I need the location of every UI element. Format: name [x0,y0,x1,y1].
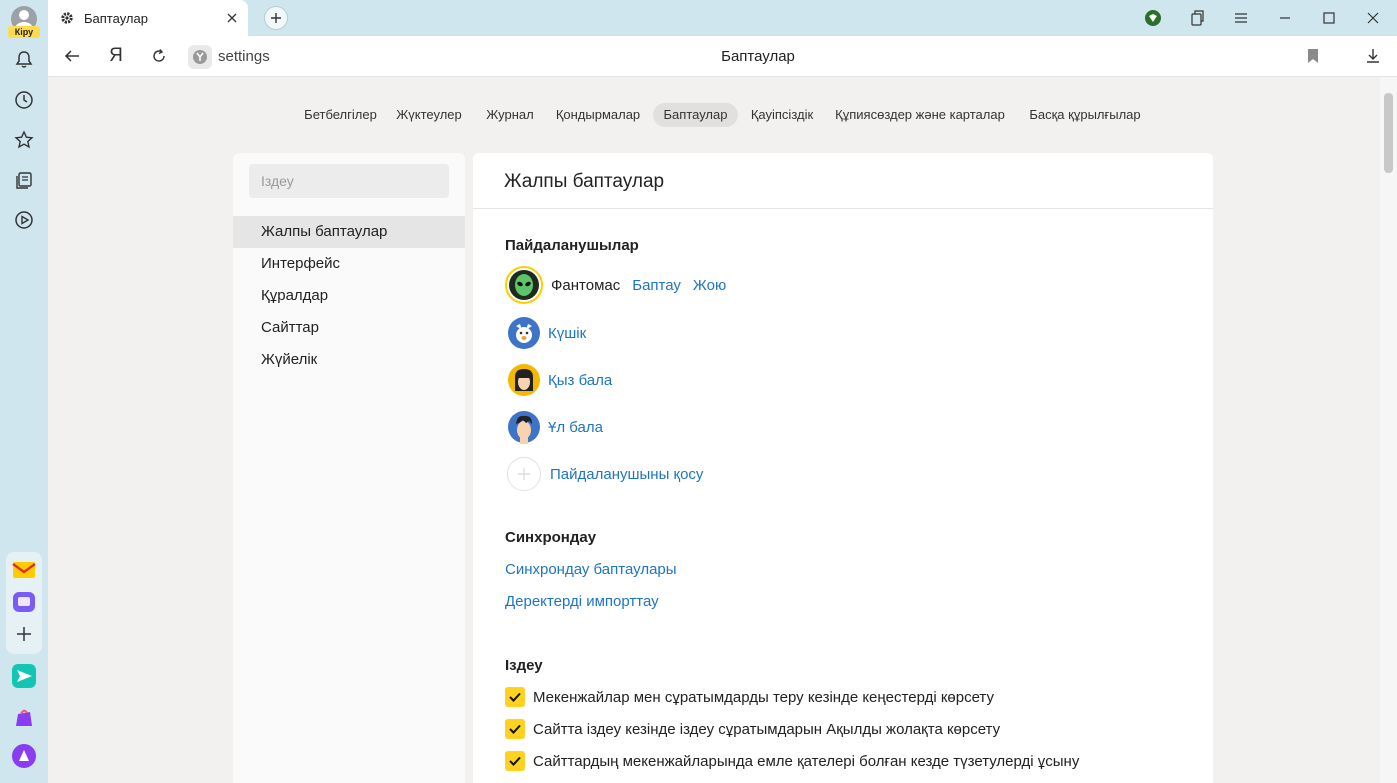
tab-settings[interactable]: Баптаулар [48,0,248,36]
checkbox-checked[interactable] [505,687,525,707]
main-section-title: Жалпы баптаулар [504,171,665,192]
profile-girl-link[interactable]: Қыз бала [548,372,612,389]
close-window-icon[interactable] [1361,6,1385,30]
bookmark-icon[interactable] [1301,44,1325,68]
search-option-label: Мекенжайлар мен сұратымдарды теру кезінд… [533,688,994,706]
nav-downloads[interactable]: Жүктеулер [393,103,465,127]
left-item-sites[interactable]: Сайттар [233,312,465,344]
search-option-row[interactable]: Сайтта іздеу кезінде іздеу сұратымдарын … [505,718,1000,740]
yandex-browser-badge-icon[interactable] [188,45,212,69]
search-option-label: Сайттардың мекенжайларында емле қателері… [533,752,1080,770]
download-icon[interactable] [1361,44,1385,68]
nav-security[interactable]: Қауіпсіздік [745,103,819,127]
menu-icon[interactable] [1229,6,1253,30]
tabs-collection-icon[interactable] [1185,6,1209,30]
settings-top-nav: Бетбелгілер Жүктеулер Журнал Қондырмалар… [48,103,1380,127]
profile-row[interactable]: Қыз бала [507,360,612,400]
search-option-label: Сайтта іздеу кезінде іздеу сұратымдарын … [533,720,1001,738]
settings-left-panel: Жалпы баптаулар Интерфейс Құралдар Сайтт… [233,153,465,783]
users-section-title: Пайдаланушылар [505,237,639,254]
maximize-icon[interactable] [1317,6,1341,30]
checkbox-checked[interactable] [505,751,525,771]
nav-settings[interactable]: Баптаулар [653,103,738,127]
left-item-system[interactable]: Жүйелік [233,344,465,376]
minimize-icon[interactable] [1273,6,1297,30]
search-section-title: Іздеу [505,657,543,674]
address-bar: Я settings Баптаулар [48,36,1397,77]
protect-shield-icon[interactable] [1141,6,1165,30]
settings-main-panel: Жалпы баптаулар Пайдаланушылар Фантомас … [473,153,1213,783]
close-tab-icon[interactable] [224,10,240,26]
history-icon[interactable] [12,88,36,112]
gear-icon [60,10,76,26]
checkbox-checked[interactable] [505,719,525,739]
mail-app-icon[interactable] [12,558,36,582]
left-item-interface[interactable]: Интерфейс [233,248,465,280]
left-item-tools[interactable]: Құралдар [233,280,465,312]
nav-other-devices[interactable]: Басқа құрылғылар [1023,103,1147,127]
nav-extensions[interactable]: Қондырмалар [551,103,645,127]
divider [473,208,1213,209]
url-text[interactable]: settings [218,48,270,65]
notifications-icon[interactable] [12,48,36,72]
profile-puppy-link[interactable]: Күшік [548,325,586,342]
profile-row[interactable]: Күшік [507,313,586,353]
profile-row[interactable]: Ұл бала [507,407,603,447]
sync-section-title: Синхрондау [505,529,597,546]
settings-search-input[interactable] [249,164,449,198]
puppy-avatar-icon [507,316,541,350]
browser-sidebar: Кіру [0,0,48,783]
current-user-row: Фантомас Баптау Жою [505,265,726,305]
market-app-icon[interactable] [12,706,36,730]
messenger-app-icon[interactable] [12,590,36,614]
girl-avatar-icon [507,363,541,397]
new-tab-button[interactable] [264,6,288,30]
profile-boy-link[interactable]: Ұл бала [548,419,603,436]
titlebar: Баптаулар [48,0,1397,36]
left-item-general[interactable]: Жалпы баптаулар [233,216,465,248]
import-data-link[interactable]: Деректерді импорттау [505,593,659,610]
page-title: Баптаулар [721,48,795,65]
back-arrow-icon[interactable] [60,44,84,68]
add-user-plus-icon [507,457,541,491]
nav-bookmarks[interactable]: Бетбелгілер [298,103,383,127]
user-settings-link[interactable]: Баптау [632,277,681,294]
sync-settings-link[interactable]: Синхрондау баптаулары [505,561,677,578]
bookmarks-star-icon[interactable] [12,128,36,152]
reload-icon[interactable] [147,44,171,68]
alice-app-icon[interactable] [12,744,36,768]
nav-passwords-cards[interactable]: Құпиясөздер және карталар [830,103,1010,127]
boy-avatar-icon [507,410,541,444]
send-app-icon[interactable] [12,664,36,688]
nav-history[interactable]: Журнал [479,103,541,127]
tab-title: Баптаулар [84,10,148,26]
add-app-icon[interactable] [12,622,36,646]
user-delete-link[interactable]: Жою [693,277,726,294]
current-user-name: Фантомас [551,276,621,294]
media-play-icon[interactable] [12,208,36,232]
add-user-row[interactable]: Пайдаланушыны қосу [507,454,703,494]
scrollbar[interactable] [1380,77,1397,783]
scrollbar-thumb[interactable] [1384,93,1393,173]
search-option-row[interactable]: Сайттардың мекенжайларында емле қателері… [505,750,1079,772]
add-user-link[interactable]: Пайдаланушыны қосу [550,466,703,483]
settings-content: Бетбелгілер Жүктеулер Журнал Қондырмалар… [48,77,1380,783]
alien-avatar-icon [505,266,543,304]
yandex-logo-button[interactable]: Я [104,44,128,68]
login-badge[interactable]: Кіру [8,26,40,38]
collections-icon[interactable] [12,168,36,192]
search-option-row[interactable]: Мекенжайлар мен сұратымдарды теру кезінд… [505,686,994,708]
